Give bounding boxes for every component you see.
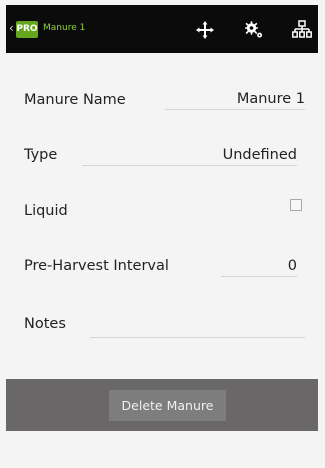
notes-field[interactable] bbox=[90, 317, 305, 338]
liquid-checkbox[interactable] bbox=[290, 199, 302, 211]
pro-badge: PRO bbox=[16, 21, 38, 38]
type-selector[interactable]: Undefined bbox=[82, 145, 297, 166]
hierarchy-icon[interactable] bbox=[292, 20, 312, 40]
pre-harvest-interval-row: Pre-Harvest Interval bbox=[6, 237, 318, 293]
manure-name-field[interactable] bbox=[165, 89, 305, 110]
liquid-row: Liquid bbox=[6, 181, 318, 237]
move-icon[interactable] bbox=[195, 20, 215, 40]
manure-form: Manure Name Type Undefined Liquid Pre-Ha… bbox=[6, 58, 318, 379]
app-title: Manure 1 bbox=[43, 23, 86, 33]
delete-panel: Delete Manure bbox=[6, 379, 318, 431]
back-chevron-icon[interactable]: ‹ bbox=[9, 20, 14, 36]
notes-label: Notes bbox=[24, 316, 66, 332]
manure-name-label: Manure Name bbox=[24, 92, 126, 108]
manure-name-row: Manure Name bbox=[6, 69, 318, 125]
type-row: Type Undefined bbox=[6, 125, 318, 181]
delete-manure-button[interactable]: Delete Manure bbox=[109, 390, 226, 421]
type-label: Type bbox=[24, 147, 58, 163]
pre-harvest-interval-label: Pre-Harvest Interval bbox=[24, 258, 169, 274]
settings-icon[interactable] bbox=[244, 20, 264, 40]
liquid-label: Liquid bbox=[24, 203, 68, 219]
pre-harvest-interval-field[interactable] bbox=[221, 256, 297, 277]
top-app-bar: ‹ PRO Manure 1 bbox=[6, 5, 318, 53]
notes-row: Notes bbox=[6, 293, 318, 349]
